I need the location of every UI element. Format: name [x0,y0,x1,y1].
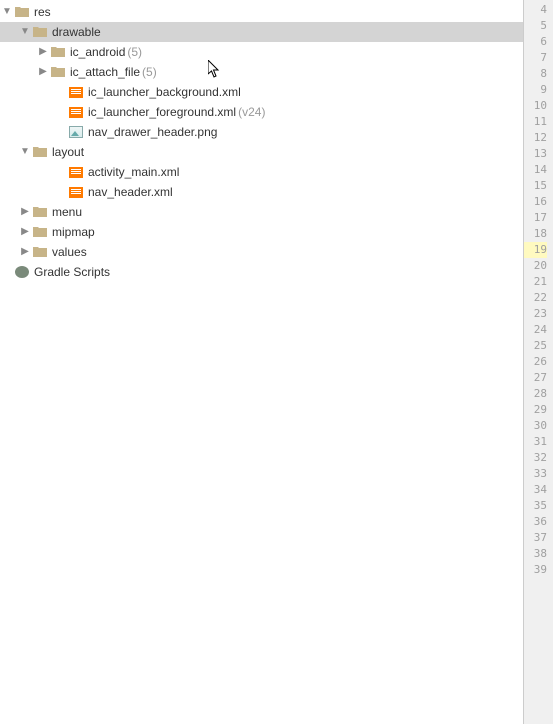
gutter-line: 13 [524,146,547,162]
tree-row-nav-header[interactable]: ▶ nav_header.xml [0,182,523,202]
folder-icon [50,64,66,80]
tree-label: activity_main.xml [88,162,179,182]
tree-row-mipmap[interactable]: ▶ mipmap [0,222,523,242]
gutter-line: 16 [524,194,547,210]
expand-arrow[interactable]: ▶ [18,242,32,262]
tree-label: drawable [52,22,101,42]
folder-icon [32,24,48,40]
folder-icon [14,4,30,20]
project-tree[interactable]: ▼ res ▼ drawable ▶ ic_android (5) ▶ ic_a… [0,0,523,724]
expand-arrow[interactable]: ▶ [36,62,50,82]
tree-label: nav_header.xml [88,182,173,202]
gutter-line: 34 [524,482,547,498]
gutter-line: 22 [524,290,547,306]
folder-icon [50,44,66,60]
gutter-line: 4 [524,2,547,18]
gutter-line: 26 [524,354,547,370]
gutter-line: 28 [524,386,547,402]
tree-row-nav-drawer[interactable]: ▶ nav_drawer_header.png [0,122,523,142]
editor-gutter: 4567891011121314151617181920212223242526… [523,0,553,724]
tree-row-ic-android[interactable]: ▶ ic_android (5) [0,42,523,62]
tree-label: ic_launcher_foreground.xml [88,102,236,122]
expand-arrow[interactable]: ▼ [18,142,32,162]
tree-row-menu[interactable]: ▶ menu [0,202,523,222]
expand-arrow[interactable]: ▶ [18,202,32,222]
tree-label: ic_android [70,42,125,62]
tree-row-activity-main[interactable]: ▶ activity_main.xml [0,162,523,182]
gutter-line: 15 [524,178,547,194]
gutter-line: 17 [524,210,547,226]
tree-row-drawable[interactable]: ▼ drawable [0,22,523,42]
gutter-line: 14 [524,162,547,178]
gutter-line: 25 [524,338,547,354]
tree-row-launcher-bg[interactable]: ▶ ic_launcher_background.xml [0,82,523,102]
expand-arrow[interactable]: ▶ [18,222,32,242]
expand-arrow[interactable]: ▼ [0,2,14,22]
gutter-line: 29 [524,402,547,418]
tree-row-gradle[interactable]: ▶ Gradle Scripts [0,262,523,282]
gradle-icon [14,264,30,280]
gutter-line: 9 [524,82,547,98]
folder-icon [32,144,48,160]
tree-label: mipmap [52,222,95,242]
expand-arrow[interactable]: ▶ [36,42,50,62]
folder-icon [32,224,48,240]
xml-file-icon [68,184,84,200]
tree-row-layout[interactable]: ▼ layout [0,142,523,162]
tree-row-ic-attach-file[interactable]: ▶ ic_attach_file (5) [0,62,523,82]
folder-icon [32,204,48,220]
gutter-line: 24 [524,322,547,338]
tree-row-values[interactable]: ▶ values [0,242,523,262]
gutter-line: 21 [524,274,547,290]
item-count: (5) [127,42,142,62]
gutter-line: 5 [524,18,547,34]
gutter-line: 35 [524,498,547,514]
tree-label: Gradle Scripts [34,262,110,282]
xml-file-icon [68,164,84,180]
gutter-line: 19 [524,242,547,258]
expand-arrow[interactable]: ▼ [18,22,32,42]
tree-row-launcher-fg[interactable]: ▶ ic_launcher_foreground.xml (v24) [0,102,523,122]
item-count: (5) [142,62,157,82]
gutter-line: 30 [524,418,547,434]
gutter-line: 27 [524,370,547,386]
xml-file-icon [68,84,84,100]
gutter-line: 32 [524,450,547,466]
gutter-line: 37 [524,530,547,546]
image-file-icon [68,124,84,140]
gutter-line: 18 [524,226,547,242]
qualifier-label: (v24) [238,102,265,122]
gutter-line: 33 [524,466,547,482]
tree-label: layout [52,142,84,162]
gutter-line: 7 [524,50,547,66]
tree-row-res[interactable]: ▼ res [0,2,523,22]
xml-file-icon [68,104,84,120]
tree-label: menu [52,202,82,222]
gutter-line: 20 [524,258,547,274]
tree-label: ic_launcher_background.xml [88,82,241,102]
gutter-line: 12 [524,130,547,146]
gutter-line: 31 [524,434,547,450]
gutter-line: 39 [524,562,547,578]
tree-label: res [34,2,51,22]
tree-label: nav_drawer_header.png [88,122,217,142]
gutter-line: 23 [524,306,547,322]
gutter-line: 11 [524,114,547,130]
gutter-line: 10 [524,98,547,114]
gutter-line: 8 [524,66,547,82]
gutter-line: 38 [524,546,547,562]
folder-icon [32,244,48,260]
gutter-line: 36 [524,514,547,530]
gutter-line: 6 [524,34,547,50]
tree-label: ic_attach_file [70,62,140,82]
tree-label: values [52,242,87,262]
